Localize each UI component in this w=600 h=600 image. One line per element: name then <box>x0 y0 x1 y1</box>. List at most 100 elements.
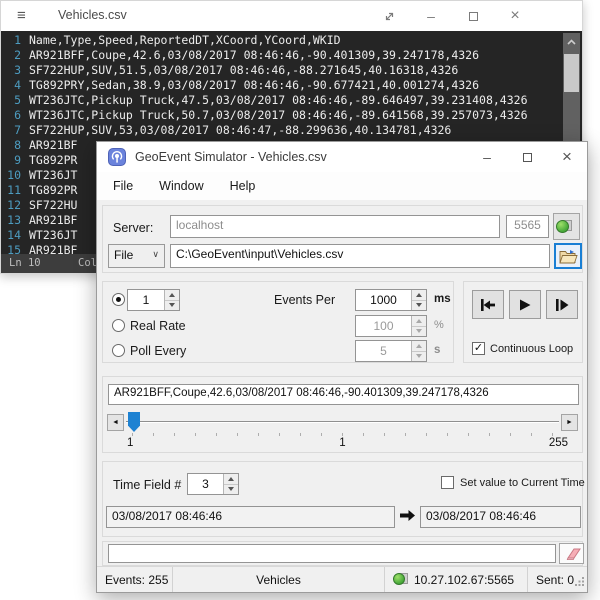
message-field[interactable] <box>108 544 556 563</box>
spinner-buttons <box>223 474 238 494</box>
spin-down-icon[interactable] <box>224 484 238 495</box>
status-events-panel: Events: 255 <box>97 567 173 592</box>
editor-line[interactable]: 6WT236JTC,Pickup Truck,50.7,03/08/2017 0… <box>1 108 582 123</box>
time-field-value[interactable]: 3 <box>188 474 223 494</box>
events-count-value[interactable]: 1 <box>128 290 164 310</box>
spin-up-icon[interactable] <box>165 290 179 300</box>
poll-unit-label: s <box>434 344 440 356</box>
line-text: Name,Type,Speed,ReportedDT,XCoord,YCoord… <box>29 33 341 48</box>
scrollbar-thumb[interactable] <box>564 54 579 92</box>
message-group <box>102 541 583 566</box>
continuous-loop-label: Continuous Loop <box>490 343 573 355</box>
editor-line[interactable]: 2AR921BFF,Coupe,42.6,03/08/2017 08:46:46… <box>1 48 582 63</box>
spin-up-icon[interactable] <box>224 474 238 484</box>
close-icon[interactable]: × <box>547 142 587 172</box>
editor-line[interactable]: 7SF722HUP,SUV,53,03/08/2017 08:46:47,-88… <box>1 123 582 138</box>
connect-button[interactable] <box>553 213 580 240</box>
editor-line[interactable]: 3SF722HUP,SUV,51.5,03/08/2017 08:46:46,-… <box>1 63 582 78</box>
continuous-loop-checkbox[interactable]: ✓ <box>472 342 485 355</box>
slider-thumb[interactable] <box>128 412 140 432</box>
open-folder-icon <box>559 249 578 264</box>
editor-line[interactable]: 5WT236JTC,Pickup Truck,47.5,03/08/2017 0… <box>1 93 582 108</box>
events-count-spinner[interactable]: 1 <box>127 289 180 311</box>
server-label: Server: <box>113 221 153 235</box>
editor-titlebar[interactable]: ≡ Vehicles.csv – × <box>1 1 582 31</box>
browse-file-button[interactable] <box>554 243 582 269</box>
fullscreen-icon[interactable] <box>368 1 410 31</box>
file-path-input[interactable]: C:\GeoEvent\input\Vehicles.csv <box>170 244 550 268</box>
chevron-down-icon: ∨ <box>152 249 159 260</box>
check-icon: ✓ <box>474 342 483 354</box>
playback-group: ✓ Continuous Loop <box>463 281 583 363</box>
server-port-input[interactable]: 5565 <box>506 215 549 238</box>
maximize-icon[interactable] <box>507 142 547 172</box>
slider-track[interactable] <box>126 421 559 423</box>
real-rate-label: Real Rate <box>130 319 186 333</box>
spin-down-icon[interactable] <box>165 300 179 311</box>
spin-down-icon[interactable] <box>412 300 426 311</box>
source-type-dropdown[interactable]: File ∨ <box>108 244 165 268</box>
line-number: 3 <box>1 63 29 78</box>
play-button[interactable] <box>509 290 541 319</box>
menu-file[interactable]: File <box>113 179 133 193</box>
slider-right-arrow[interactable]: ► <box>561 414 578 431</box>
close-icon[interactable]: × <box>494 1 536 31</box>
maximize-icon[interactable] <box>452 1 494 31</box>
real-rate-row: Real Rate 100 % <box>103 315 453 337</box>
events-per-radio[interactable] <box>112 293 125 306</box>
event-position-slider[interactable]: ◄ ► <box>103 412 582 432</box>
set-current-time-checkbox[interactable] <box>441 476 454 489</box>
simulation-name: Vehicles <box>256 573 301 587</box>
interval-value[interactable]: 1000 <box>356 290 411 310</box>
minimize-icon[interactable]: – <box>410 1 452 31</box>
line-text: SF722HUP,SUV,51.5,03/08/2017 08:46:46,-8… <box>29 63 458 78</box>
interval-spinner[interactable]: 1000 <box>355 289 427 311</box>
simulator-window-controls: – × <box>467 142 587 172</box>
spinner-buttons <box>164 290 179 310</box>
line-number: 14 <box>1 228 29 243</box>
line-text: SF722HU <box>29 198 77 213</box>
cursor-column-indicator: Col <box>78 257 97 269</box>
editor-window-controls: – × <box>368 1 536 31</box>
scroll-up-icon[interactable] <box>565 36 578 52</box>
line-text: TG892PRY,Sedan,38.9,03/08/2017 08:46:46,… <box>29 78 479 93</box>
real-rate-radio[interactable] <box>112 319 125 332</box>
server-address: 10.27.102.67:5565 <box>414 573 514 587</box>
line-number: 15 <box>1 243 29 254</box>
hamburger-menu-icon[interactable]: ≡ <box>17 7 26 24</box>
line-number: 9 <box>1 153 29 168</box>
simulator-titlebar[interactable]: GeoEvent Simulator - Vehicles.csv – × <box>97 142 587 172</box>
spin-down-icon <box>412 326 426 337</box>
time-field-spinner[interactable]: 3 <box>187 473 239 495</box>
clear-button[interactable] <box>559 543 584 564</box>
original-time-field[interactable]: 03/08/2017 08:46:46 <box>106 506 395 528</box>
simulator-window: GeoEvent Simulator - Vehicles.csv – × Fi… <box>96 141 588 593</box>
status-connection-panel: 10.27.102.67:5565 <box>385 567 528 592</box>
minimize-icon[interactable]: – <box>467 142 507 172</box>
real-rate-unit-label: % <box>434 319 444 331</box>
connection-status-icon <box>556 219 572 235</box>
maximize-box <box>469 12 478 21</box>
eraser-icon <box>563 547 581 560</box>
poll-every-radio[interactable] <box>112 344 125 357</box>
editor-line[interactable]: 1Name,Type,Speed,ReportedDT,XCoord,YCoor… <box>1 33 582 48</box>
menu-help[interactable]: Help <box>230 179 256 193</box>
events-per-label: Events Per <box>274 293 335 307</box>
menu-window[interactable]: Window <box>159 179 203 193</box>
spin-up-icon[interactable] <box>412 290 426 300</box>
spin-up-icon <box>412 341 426 351</box>
editor-line[interactable]: 4TG892PRY,Sedan,38.9,03/08/2017 08:46:46… <box>1 78 582 93</box>
resize-grip[interactable] <box>574 576 585 590</box>
slider-left-arrow[interactable]: ◄ <box>107 414 124 431</box>
current-event-field[interactable]: AR921BFF,Coupe,42.6,03/08/2017 08:46:46,… <box>108 384 579 405</box>
interval-unit-label: ms <box>434 293 451 305</box>
step-button[interactable] <box>546 290 578 319</box>
line-number: 2 <box>1 48 29 63</box>
server-host-input[interactable]: localhost <box>170 215 500 238</box>
spinner-buttons <box>411 316 426 336</box>
go-to-start-button[interactable] <box>472 290 504 319</box>
set-current-time-label: Set value to Current Time <box>460 477 585 489</box>
line-text: WT236JTC,Pickup Truck,50.7,03/08/2017 08… <box>29 108 528 123</box>
sent-count: Sent: 0 <box>536 573 574 587</box>
output-time-field[interactable]: 03/08/2017 08:46:46 <box>420 506 581 528</box>
